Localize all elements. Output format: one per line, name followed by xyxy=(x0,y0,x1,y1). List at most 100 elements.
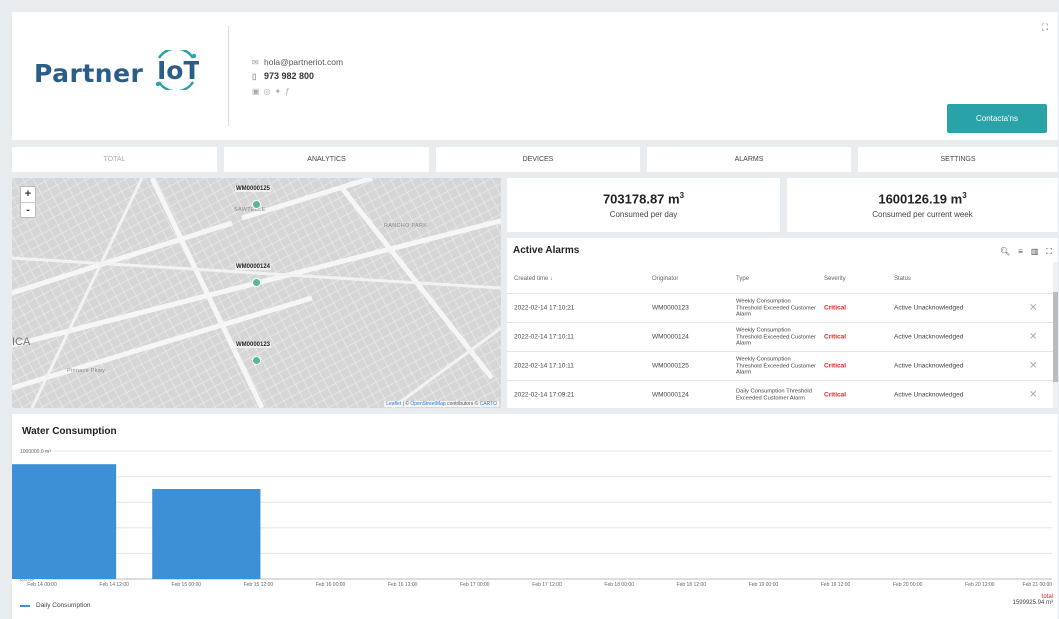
map-marker[interactable] xyxy=(252,356,261,365)
email-text[interactable]: hola@partneriot.com xyxy=(264,57,343,67)
leaflet-link[interactable]: Leaflet xyxy=(386,401,401,407)
x-tick-label: Feb 19 00:00 xyxy=(749,582,779,588)
email-row: ✉ hola@partneriot.com xyxy=(252,55,343,69)
x-tick-label: Feb 19 12:00 xyxy=(821,582,851,588)
tab-analytics[interactable]: ANALYTICS xyxy=(224,147,429,172)
map-attribution: Leaflet | © OpenStreetMap contributors ©… xyxy=(384,401,499,407)
tab-devices[interactable]: DEVICES xyxy=(436,147,640,172)
contact-button[interactable]: Contacta'ns xyxy=(947,104,1047,133)
cell-status: Active Unacknowledged xyxy=(894,362,964,370)
map-marker[interactable] xyxy=(252,200,261,209)
x-tick-label: Feb 20 12:00 xyxy=(965,582,995,588)
columns-icon[interactable]: ▥ xyxy=(1031,247,1039,257)
close-icon[interactable]: ✕ xyxy=(1029,390,1037,401)
x-tick-label: Feb 21 00:00 xyxy=(1023,582,1053,588)
iot-logo-mark-icon: IoT xyxy=(156,47,201,93)
table-row[interactable]: 2022-02-14 17:10:11 WM0000125 Weekly Con… xyxy=(507,351,1053,380)
alarm-scrollbar[interactable] xyxy=(1053,262,1058,408)
alarms-title: Active Alarms xyxy=(513,245,580,256)
scrollbar-thumb[interactable] xyxy=(1053,292,1058,382)
map-place-label: RANCHO PARK xyxy=(384,223,428,229)
stat-label: Consumed per current week xyxy=(872,209,973,219)
close-icon[interactable]: ✕ xyxy=(1029,361,1037,372)
cell-originator: WM0000123 xyxy=(652,304,689,312)
total-value: 1599925.94 m³ xyxy=(1012,600,1053,606)
col-originator[interactable]: Originator xyxy=(652,276,678,282)
cell-type: Weekly Consumption Threshold Exceeded Cu… xyxy=(736,327,816,347)
header-divider xyxy=(228,26,229,126)
email-icon: ✉ xyxy=(252,57,259,67)
tab-settings[interactable]: SETTINGS xyxy=(858,147,1058,172)
table-row[interactable]: 2022-02-14 17:10:11 WM0000124 Weekly Con… xyxy=(507,322,1053,351)
facebook-icon[interactable]: ƒ xyxy=(285,87,289,96)
x-tick-label: Feb 17 00:00 xyxy=(460,582,490,588)
cell-created: 2022-02-14 17:09:21 xyxy=(514,391,575,399)
cell-created: 2022-02-14 17:10:11 xyxy=(514,333,574,341)
x-tick-label: Feb 15 12:00 xyxy=(244,582,274,588)
map-place-label: Pinnace Pkwy xyxy=(67,368,106,374)
filter-icon[interactable]: ≡ xyxy=(1018,247,1023,257)
logo-iot: IoT xyxy=(153,47,201,96)
stat-consumed-per-day: 703178.87 m3 Consumed per day xyxy=(507,178,780,232)
carto-link[interactable]: CARTO xyxy=(480,401,497,407)
tab-total[interactable]: TOTAL xyxy=(12,147,217,172)
phone-row: ▯ 973 982 800 xyxy=(252,69,343,83)
cell-type: Weekly Consumption Threshold Exceeded Cu… xyxy=(736,298,816,318)
alarm-toolbar: 🔍︎ ≡ ▥ ⛶ xyxy=(1000,247,1052,257)
cell-severity: Critical xyxy=(824,333,847,341)
twitter-icon[interactable]: ✦ xyxy=(275,87,282,96)
marker-label: WM0000124 xyxy=(235,264,272,270)
col-created[interactable]: Created time ↓ xyxy=(514,276,553,282)
chart-total: total 1599925.94 m³ xyxy=(1013,594,1053,606)
device-map[interactable]: + - SAWTELLE RANCHO PARK Pinnace Pkwy IC… xyxy=(12,178,501,408)
marker-label: WM0000123 xyxy=(235,342,272,348)
map-edge-text: ICA xyxy=(12,336,31,348)
legend-swatch xyxy=(20,604,30,607)
attribution-contrib: contributors © xyxy=(445,401,480,407)
osm-link[interactable]: OpenStreetMap xyxy=(410,401,445,407)
col-severity[interactable]: Severity xyxy=(824,276,846,282)
linkedin-icon[interactable]: ▣ xyxy=(252,87,260,96)
x-tick-label: Feb 17 12:00 xyxy=(532,582,562,588)
cell-originator: WM0000124 xyxy=(652,333,689,341)
x-tick-label: Feb 18 12:00 xyxy=(677,582,707,588)
cell-status: Active Unacknowledged xyxy=(894,391,964,399)
logo-text: Partner xyxy=(34,58,144,88)
instagram-icon[interactable]: ◎ xyxy=(264,87,271,96)
chart-bar xyxy=(12,464,117,579)
fullscreen-icon[interactable]: ⛶ xyxy=(1042,22,1048,33)
chart-plot: 0.0 m³200000.0 m³400000.0 m³600000.0 m³8… xyxy=(12,449,1053,588)
x-tick-label: Feb 18 00:00 xyxy=(604,582,634,588)
chart-legend[interactable]: Daily Consumption xyxy=(20,602,91,609)
col-type[interactable]: Type xyxy=(736,276,749,282)
cell-originator: WM0000124 xyxy=(652,391,689,399)
x-tick-label: Feb 16 12:00 xyxy=(388,582,418,588)
attribution-sep: | © xyxy=(401,401,411,407)
x-tick-label: Feb 14 12:00 xyxy=(99,582,129,588)
marker-label: WM0000125 xyxy=(235,186,272,192)
stat-consumed-per-week: 1600126.19 m3 Consumed per current week xyxy=(787,178,1058,232)
table-row[interactable]: 2022-02-14 17:10:21 WM0000123 Weekly Con… xyxy=(507,293,1053,322)
col-status[interactable]: Status xyxy=(894,276,911,282)
contact-info: ✉ hola@partneriot.com ▯ 973 982 800 ▣ ◎ … xyxy=(252,55,343,96)
chart-bar xyxy=(152,488,261,579)
zoom-out-button[interactable]: - xyxy=(21,202,35,217)
active-alarms-widget: Active Alarms 🔍︎ ≡ ▥ ⛶ Created time ↓ Or… xyxy=(507,238,1058,408)
close-icon[interactable]: ✕ xyxy=(1029,332,1037,343)
phone-text[interactable]: 973 982 800 xyxy=(264,71,314,81)
logo-iot-text: IoT xyxy=(157,56,199,85)
x-tick-label: Feb 15 00:00 xyxy=(172,582,202,588)
map-marker[interactable] xyxy=(252,278,261,287)
map-place-label: SAWTELLE xyxy=(234,207,266,213)
social-links: ▣ ◎ ✦ ƒ xyxy=(252,87,343,96)
tab-alarms[interactable]: ALARMS xyxy=(647,147,851,172)
cell-status: Active Unacknowledged xyxy=(894,304,964,312)
search-icon[interactable]: 🔍︎ xyxy=(1000,247,1010,257)
close-icon[interactable]: ✕ xyxy=(1029,303,1037,314)
zoom-in-button[interactable]: + xyxy=(21,187,35,202)
phone-icon: ▯ xyxy=(252,71,257,81)
table-row[interactable]: 2022-02-14 17:09:21 WM0000124 Daily Cons… xyxy=(507,380,1053,408)
cell-severity: Critical xyxy=(824,391,847,399)
fullscreen-icon[interactable]: ⛶ xyxy=(1046,247,1052,257)
cell-originator: WM0000125 xyxy=(652,362,689,370)
